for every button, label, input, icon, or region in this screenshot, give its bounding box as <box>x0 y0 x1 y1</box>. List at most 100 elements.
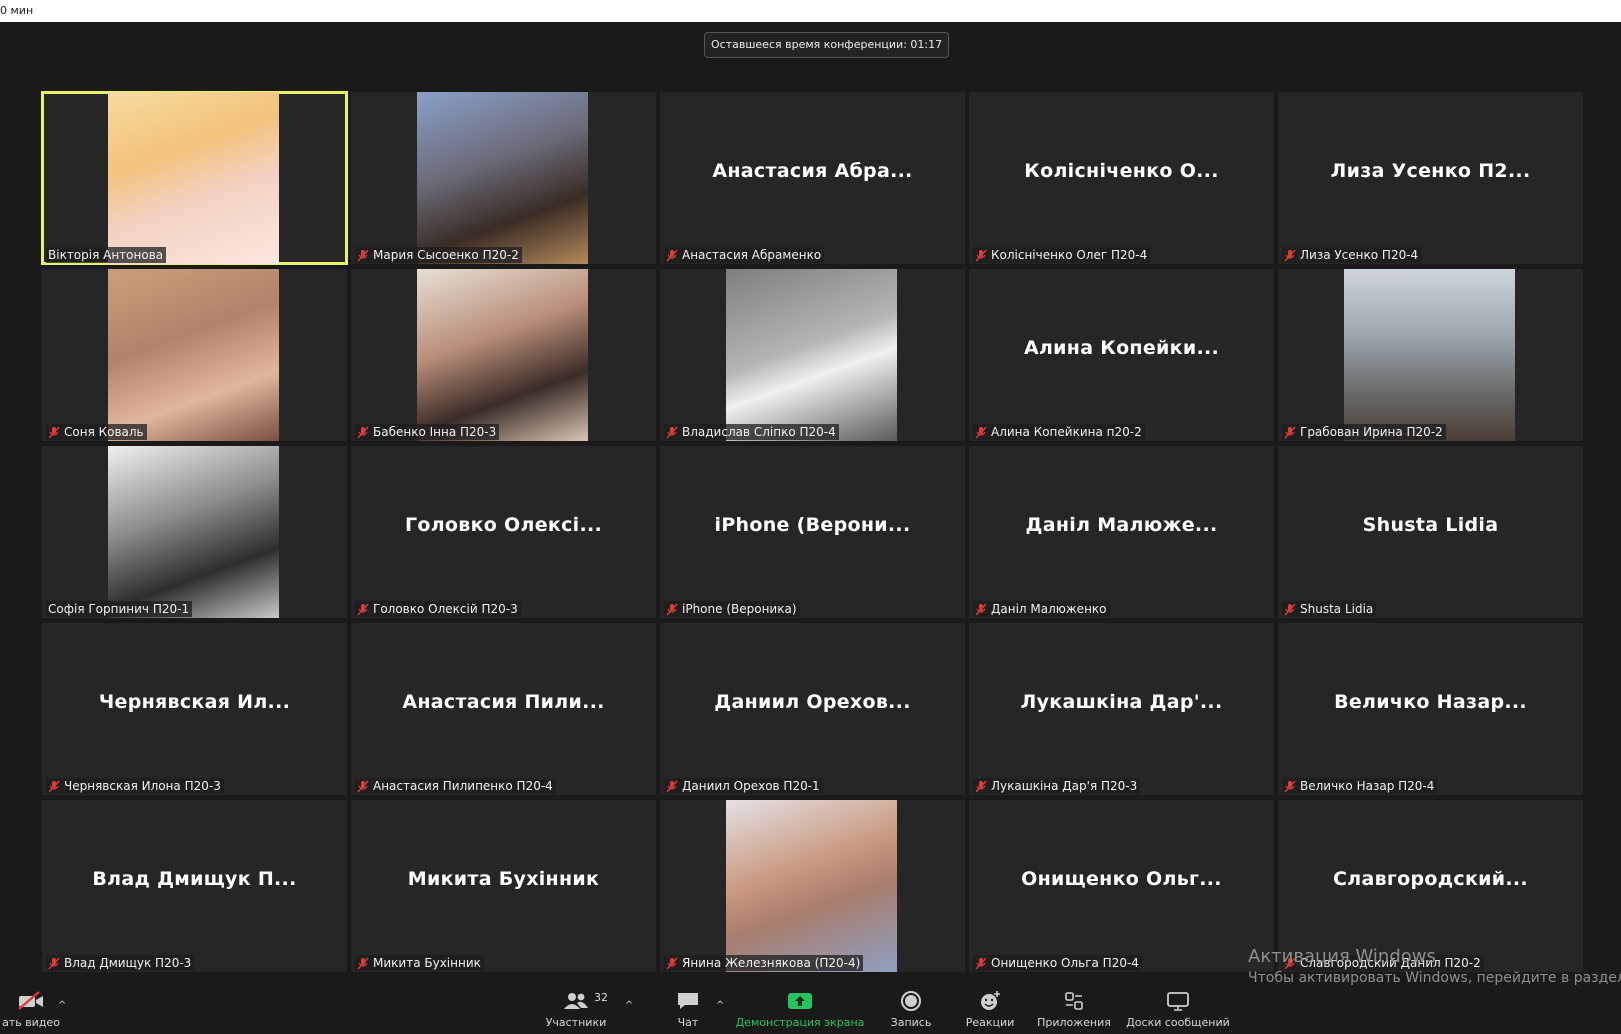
participant-tile[interactable]: Мария Сысоенко П20-2 <box>351 92 656 264</box>
participant-video <box>417 92 588 264</box>
participant-name-label: Колісніченко Олег П20-4 <box>973 247 1151 263</box>
participant-display-name: iPhone (Верони... <box>714 514 911 536</box>
participant-name-text: Грабован Ирина П20-2 <box>1300 425 1443 439</box>
reactions-button[interactable]: Реакции <box>962 988 1018 1034</box>
participant-name-label: Владислав Сліпко П20-4 <box>664 424 839 440</box>
reaction-emoji-icon <box>978 988 1002 1014</box>
video-options-caret[interactable]: ^ <box>58 1000 66 1011</box>
share-screen-button[interactable]: Демонстрация экрана <box>736 988 864 1034</box>
participant-name-label: Мария Сысоенко П20-2 <box>355 247 522 263</box>
participant-name-label: Алина Копейкина п20-2 <box>973 424 1145 440</box>
participant-name-text: Янина Железнякова (П20-4) <box>682 956 861 970</box>
participant-name-text: Микита Бухінник <box>373 956 481 970</box>
chat-button[interactable]: Чат <box>668 988 708 1034</box>
mic-muted-icon <box>666 957 678 970</box>
start-video-button[interactable]: ать видео <box>0 988 62 1034</box>
apps-label: Приложения <box>1037 1016 1111 1029</box>
participant-tile[interactable]: Вікторія Антонова <box>41 91 348 265</box>
participant-name-text: Головко Олексій П20-3 <box>373 602 518 616</box>
participant-display-name: Головко Олексі... <box>404 514 603 536</box>
participant-name-text: Даніл Малюженко <box>991 602 1107 616</box>
record-button[interactable]: Запись <box>884 988 938 1034</box>
participant-tile[interactable]: Даниил Орехов... Даниил Орехов П20-1 <box>660 623 965 795</box>
participant-name-text: Величко Назар П20-4 <box>1300 779 1435 793</box>
mic-muted-icon <box>48 780 60 793</box>
participant-display-name: Чернявская Ил... <box>98 691 291 713</box>
participant-name-label: Соня Коваль <box>46 424 147 440</box>
participant-tile[interactable]: Лукашкіна Дар'... Лукашкіна Дар'я П20-3 <box>969 623 1274 795</box>
gallery-grid: Вікторія Антонова Мария Сысоенко П20-2 Ана… <box>41 91 1583 972</box>
participant-tile[interactable]: Анастасия Абра... Анастасия Абраменко <box>660 92 965 264</box>
participant-display-name: Анастасия Абра... <box>712 160 913 182</box>
participant-display-name: Алина Копейки... <box>1023 337 1220 359</box>
participant-name-label: Янина Железнякова (П20-4) <box>664 955 864 971</box>
mic-muted-icon <box>357 249 369 262</box>
whiteboards-button[interactable]: Доски сообщений <box>1126 988 1230 1034</box>
participant-tile[interactable]: Софія Горпинич П20-1 <box>42 446 347 618</box>
participant-video <box>108 269 279 441</box>
participant-name-label: Влад Дмищук П20-3 <box>46 955 195 971</box>
mic-muted-icon <box>1284 780 1296 793</box>
participant-display-name: Анастасия Пили... <box>402 691 605 713</box>
participant-tile[interactable]: Величко Назар... Величко Назар П20-4 <box>1278 623 1583 795</box>
windows-activation-text: Чтобы активировать Windows, перейдите в … <box>1248 970 1621 986</box>
participant-name-text: iPhone (Вероника) <box>682 602 797 616</box>
participant-tile[interactable]: iPhone (Верони... iPhone (Вероника) <box>660 446 965 618</box>
participants-icon <box>562 988 590 1014</box>
chat-options-caret[interactable]: ^ <box>716 1000 724 1011</box>
mic-muted-icon <box>975 249 987 262</box>
participant-tile[interactable]: Бабенко Інна П20-3 <box>351 269 656 441</box>
windows-activation-title: Активация Windows <box>1248 946 1436 967</box>
participant-display-name: Даниил Орехов... <box>714 691 911 713</box>
mic-muted-icon <box>1284 249 1296 262</box>
participants-options-caret[interactable]: ^ <box>625 1000 633 1011</box>
apps-button[interactable]: Приложения <box>1036 988 1112 1034</box>
participant-tile[interactable]: Микита Бухінник Микита Бухінник <box>351 800 656 972</box>
participant-name-text: Владислав Сліпко П20-4 <box>682 425 836 439</box>
participant-name-text: Анастасия Абраменко <box>682 248 822 262</box>
participant-name-text: Вікторія Антонова <box>48 248 164 262</box>
participant-name-label: Вікторія Антонова <box>46 247 167 263</box>
participant-tile[interactable]: Даніл Малюже... Даніл Малюженко <box>969 446 1274 618</box>
participant-tile[interactable]: Лиза Усенко П2... Лиза Усенко П20-4 <box>1278 92 1583 264</box>
participant-name-text: Мария Сысоенко П20-2 <box>373 248 519 262</box>
participant-display-name: Микита Бухінник <box>407 868 600 890</box>
participants-label: Участники <box>545 1016 607 1029</box>
record-icon <box>900 988 922 1014</box>
participant-tile[interactable]: Соня Коваль <box>42 269 347 441</box>
participant-name-label: Микита Бухінник <box>355 955 484 971</box>
participant-name-label: Величко Назар П20-4 <box>1282 778 1438 794</box>
mic-muted-icon <box>357 780 369 793</box>
participants-count: 32 <box>594 991 608 1004</box>
participant-display-name: Славгородский... <box>1333 868 1528 890</box>
participant-tile[interactable]: Алина Копейки... Алина Копейкина п20-2 <box>969 269 1274 441</box>
participant-tile[interactable]: Влад Дмищук П... Влад Дмищук П20-3 <box>42 800 347 972</box>
participant-name-text: Shusta Lidia <box>1300 602 1374 616</box>
participant-tile[interactable]: Головко Олексі... Головко Олексій П20-3 <box>351 446 656 618</box>
participant-tile[interactable]: Владислав Сліпко П20-4 <box>660 269 965 441</box>
participant-tile[interactable]: Грабован Ирина П20-2 <box>1278 269 1583 441</box>
participant-display-name: Лукашкіна Дар'... <box>1020 691 1223 713</box>
chat-label: Чат <box>677 1016 699 1029</box>
participant-name-text: Бабенко Інна П20-3 <box>373 425 497 439</box>
participant-tile[interactable]: Янина Железнякова (П20-4) <box>660 800 965 972</box>
participant-tile[interactable]: Чернявская Ил... Чернявская Илона П20-3 <box>42 623 347 795</box>
participant-tile[interactable]: Анастасия Пили... Анастасия Пилипенко П20… <box>351 623 656 795</box>
mic-muted-icon <box>48 957 60 970</box>
participant-name-text: Колісніченко Олег П20-4 <box>991 248 1148 262</box>
mic-muted-icon <box>48 426 60 439</box>
mic-muted-icon <box>1284 426 1296 439</box>
participant-name-text: Анастасия Пилипенко П20-4 <box>373 779 553 793</box>
participant-tile[interactable]: Онищенко Ольг... Онищенко Ольга П20-4 <box>969 800 1274 972</box>
meeting-timer: Оставшееся время конференции: 01:17 <box>704 32 950 58</box>
mic-muted-icon <box>357 426 369 439</box>
participant-tile[interactable]: Колісніченко О... Колісніченко Олег П20-4 <box>969 92 1274 264</box>
participant-tile[interactable]: Shusta Lidia Shusta Lidia <box>1278 446 1583 618</box>
mic-muted-icon <box>975 780 987 793</box>
start-video-label: ать видео <box>2 1016 60 1029</box>
record-label: Запись <box>890 1016 932 1029</box>
apps-icon <box>1063 988 1085 1014</box>
share-screen-icon <box>787 988 813 1014</box>
participant-name-label: Головко Олексій П20-3 <box>355 601 521 617</box>
participant-name-text: Алина Копейкина п20-2 <box>991 425 1142 439</box>
